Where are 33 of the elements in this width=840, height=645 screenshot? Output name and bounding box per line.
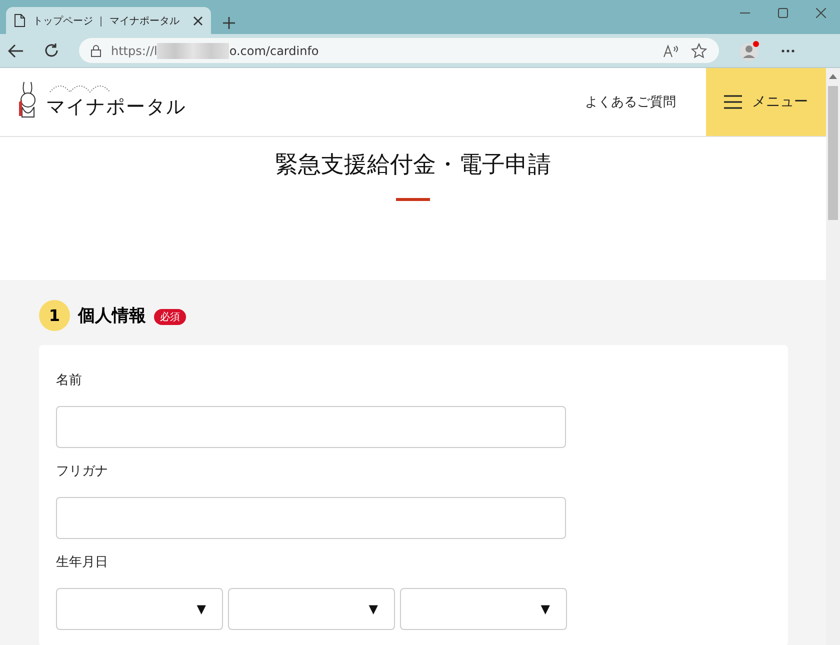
- profile-icon[interactable]: [739, 40, 761, 62]
- read-aloud-icon[interactable]: [663, 44, 681, 58]
- input-field[interactable]: [56, 406, 566, 448]
- step-number: 1: [39, 300, 70, 331]
- input-field[interactable]: [56, 497, 566, 539]
- field-label: 生年月日: [56, 554, 109, 571]
- close-icon[interactable]: [816, 8, 826, 18]
- maximize-icon[interactable]: [778, 8, 788, 18]
- url-text: https://l o.com/cardinfo: [111, 42, 319, 58]
- close-icon[interactable]: [193, 16, 203, 26]
- back-icon[interactable]: [8, 44, 24, 58]
- more-icon[interactable]: [781, 48, 795, 52]
- menu-button[interactable]: メニュー: [706, 68, 826, 136]
- dropdown-field[interactable]: ▼: [228, 588, 395, 630]
- section-title: 個人情報: [78, 305, 146, 327]
- favorite-star-icon[interactable]: [691, 42, 707, 58]
- page-title: 緊急支援給付金・電子申請: [275, 151, 551, 180]
- dropdown-field[interactable]: ▼: [56, 588, 223, 630]
- site-logo-text: マイナポータル: [46, 95, 186, 120]
- address-bar[interactable]: https://l o.com/cardinfo: [79, 38, 719, 63]
- tab-title: トップページ ｜ マイナポータル: [33, 14, 180, 28]
- lock-icon: [91, 44, 101, 56]
- field-label: 名前: [56, 372, 83, 389]
- refresh-icon[interactable]: [44, 43, 59, 58]
- menu-icon: [724, 95, 742, 109]
- faq-link[interactable]: よくあるご質問: [585, 93, 676, 111]
- dropdown-field[interactable]: ▼: [400, 588, 567, 630]
- field-label: フリガナ: [56, 463, 109, 480]
- browser-tab[interactable]: トップページ ｜ マイナポータル: [6, 7, 211, 34]
- required-badge: 必須: [154, 309, 186, 325]
- page-icon: [14, 14, 25, 27]
- new-tab-icon[interactable]: [223, 17, 235, 29]
- scrollbar[interactable]: [826, 68, 840, 645]
